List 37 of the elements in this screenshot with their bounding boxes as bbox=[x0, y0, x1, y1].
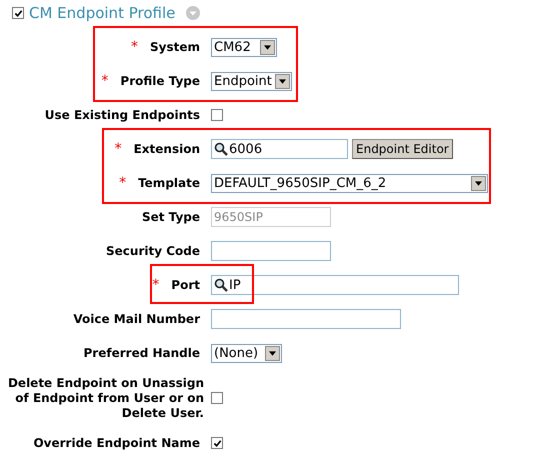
required-asterisk: * bbox=[101, 73, 108, 89]
field-label: Profile Type bbox=[120, 74, 200, 88]
field-label: Voice Mail Number bbox=[73, 312, 200, 326]
search-icon bbox=[214, 142, 228, 156]
dropdown-arrow-icon bbox=[264, 44, 271, 50]
section-checkbox[interactable] bbox=[12, 7, 24, 19]
text-field[interactable] bbox=[211, 309, 401, 329]
endpoint-editor-button[interactable]: Endpoint Editor bbox=[352, 139, 453, 159]
select-field[interactable]: DEFAULT_9650SIP_CM_6_2 bbox=[211, 174, 488, 192]
dropdown-arrow-icon bbox=[475, 180, 482, 186]
search-field[interactable]: 6006 bbox=[211, 139, 348, 159]
select-field[interactable]: Endpoint bbox=[211, 72, 292, 90]
checkbox[interactable] bbox=[211, 392, 223, 404]
checkbox[interactable] bbox=[211, 437, 223, 449]
dropdown-arrow-icon bbox=[279, 78, 286, 84]
required-asterisk: * bbox=[131, 39, 138, 55]
field-label: Use Existing Endpoints bbox=[44, 108, 200, 122]
field-label: Set Type bbox=[142, 210, 200, 224]
required-asterisk: * bbox=[152, 277, 160, 293]
search-field[interactable]: IP bbox=[211, 275, 459, 295]
required-asterisk: * bbox=[119, 175, 126, 191]
field-label: Override Endpoint Name bbox=[33, 436, 200, 450]
field-label: Delete Endpoint on Unassign of Endpoint from User or on Delete User. bbox=[6, 376, 204, 420]
required-asterisk: * bbox=[114, 141, 122, 157]
checkbox[interactable] bbox=[211, 109, 223, 121]
dropdown-arrow-icon bbox=[269, 350, 276, 356]
field-label: Port bbox=[171, 278, 200, 292]
field-label: Template bbox=[138, 176, 200, 190]
field-label: Preferred Handle bbox=[84, 346, 200, 360]
field-label: Security Code bbox=[106, 244, 200, 258]
select-field[interactable]: (None) bbox=[211, 344, 282, 362]
select-field[interactable]: CM62 bbox=[211, 38, 277, 56]
section-title: CM Endpoint Profile bbox=[29, 4, 176, 22]
field-label: System bbox=[150, 40, 200, 54]
search-icon bbox=[214, 278, 228, 292]
text-field[interactable] bbox=[211, 241, 331, 261]
field-label: Extension bbox=[134, 142, 200, 156]
